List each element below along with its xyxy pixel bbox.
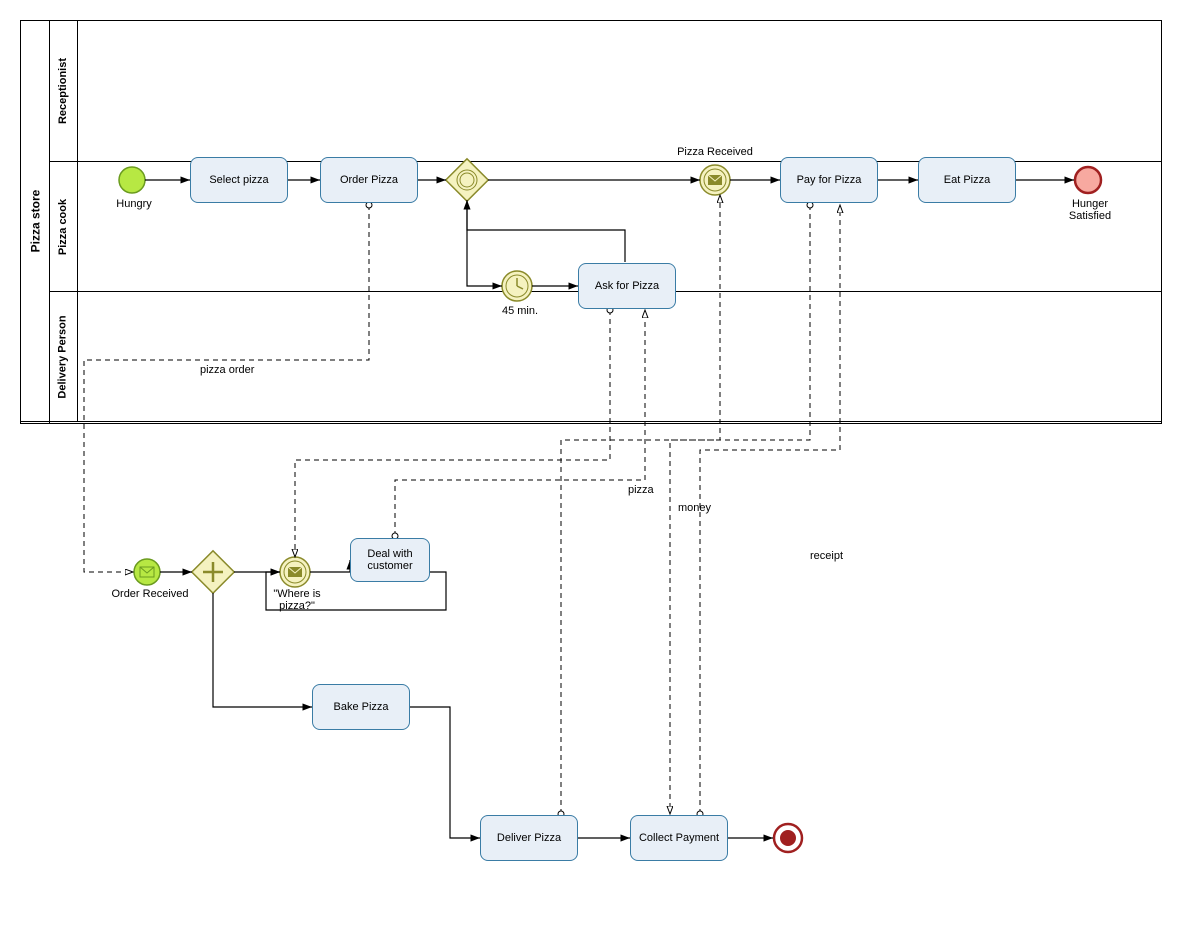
task-select-pizza-label: Select pizza [209,174,268,186]
lane-title-receptionist-label: Receptionist [57,58,69,124]
label-order-received: Order Received [110,588,190,600]
label-hunger-satisfied: Hunger Satisfied [1062,198,1118,222]
flow-bake-deliver [410,707,480,838]
task-order-pizza-label: Order Pizza [340,174,398,186]
task-eat-pizza-label: Eat Pizza [944,174,990,186]
task-pay-pizza-label: Pay for Pizza [797,174,862,186]
bpmn-canvas: Pizza Customer Pizza store Receptionist … [20,20,1160,910]
lane-delivery: Delivery Person [49,291,1161,422]
label-msg-pizza: pizza [628,484,668,496]
task-deliver-pizza-label: Deliver Pizza [497,832,561,844]
task-deliver-pizza: Deliver Pizza [480,815,578,861]
label-msg-pizza-order: pizza order [200,364,270,376]
task-collect-payment: Collect Payment [630,815,728,861]
message-event-where-pizza [280,557,310,587]
label-where-pizza: "Where is pizza?" [268,588,326,612]
task-ask-pizza: Ask for Pizza [578,263,676,309]
task-collect-payment-label: Collect Payment [639,832,719,844]
start-event-order-received [134,559,160,585]
label-pizza-received: Pizza Received [670,146,760,158]
label-msg-receipt: receipt [810,550,860,562]
lane-title-receptionist: Receptionist [49,21,78,161]
task-bake-pizza-label: Bake Pizza [333,701,388,713]
task-ask-pizza-label: Ask for Pizza [595,280,659,292]
task-select-pizza: Select pizza [190,157,288,203]
pool-title-store: Pizza store [21,21,50,421]
lane-title-delivery: Delivery Person [49,292,78,422]
label-hungry: Hungry [112,198,156,210]
lane-title-cook: Pizza cook [49,162,78,292]
task-order-pizza: Order Pizza [320,157,418,203]
label-msg-money: money [678,502,728,514]
pool-store: Pizza store Receptionist Pizza cook Deli… [20,20,1162,422]
label-45min: 45 min. [495,305,545,317]
lane-title-cook-label: Pizza cook [57,199,69,255]
task-deal-customer: Deal with customer [350,538,430,582]
task-eat-pizza: Eat Pizza [918,157,1016,203]
task-pay-pizza: Pay for Pizza [780,157,878,203]
end-event-store [774,824,802,852]
pool-title-store-label: Pizza store [28,190,42,253]
parallel-gateway [192,551,234,593]
lane-title-delivery-label: Delivery Person [57,315,69,398]
flow-wherepizza-deal [310,560,350,572]
lane-receptionist: Receptionist [49,21,1161,161]
task-deal-customer-label: Deal with customer [355,548,425,572]
task-bake-pizza: Bake Pizza [312,684,410,730]
